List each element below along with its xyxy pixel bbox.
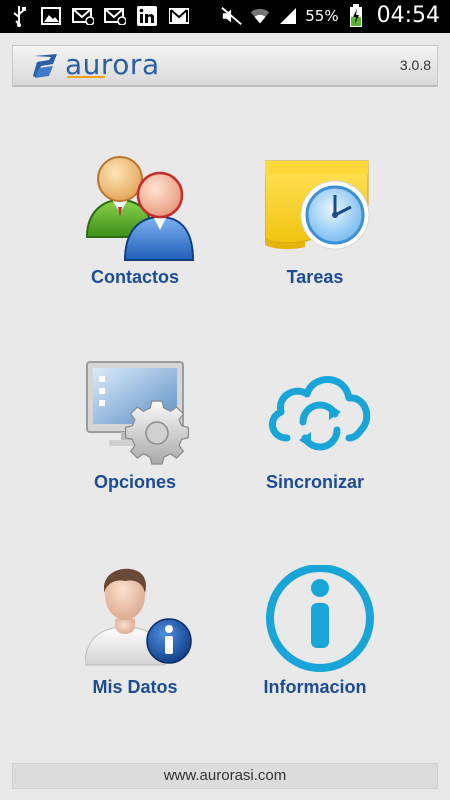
- signal-icon: [277, 5, 299, 27]
- mis-datos-button[interactable]: Mis Datos: [45, 565, 225, 735]
- informacion-button[interactable]: Informacion: [225, 565, 405, 735]
- status-bar: 55% 04:54: [0, 0, 450, 33]
- sincronizar-label: Sincronizar: [265, 472, 365, 492]
- contacts-icon: [85, 156, 195, 261]
- app-header: aurora 3.0.8: [12, 45, 438, 87]
- footer-url: www.aurorasi.com: [163, 767, 287, 784]
- tareas-button[interactable]: Tareas: [225, 155, 405, 325]
- gmail-icon: [168, 5, 190, 27]
- contactos-button[interactable]: Contactos: [45, 155, 225, 325]
- mis-datos-label: Mis Datos: [92, 677, 178, 697]
- sincronizar-button[interactable]: Sincronizar: [225, 360, 405, 530]
- contactos-label: Contactos: [90, 267, 179, 287]
- battery-percent: 55%: [305, 6, 339, 25]
- tareas-label: Tareas: [286, 267, 344, 287]
- logo-underline: [67, 76, 105, 78]
- aurora-logo: aurora: [31, 48, 191, 84]
- clock: 04:54: [376, 3, 440, 28]
- app-version: 3.0.8: [399, 57, 431, 73]
- mail-icon: [104, 5, 126, 27]
- cloud-sync-icon: [269, 376, 371, 451]
- mail-icon: [72, 5, 94, 27]
- usb-icon: [8, 5, 30, 27]
- info-icon: [266, 565, 374, 672]
- settings-monitor-gear-icon: [86, 361, 190, 465]
- user-info-icon: [85, 568, 192, 666]
- linkedin-icon: [136, 5, 158, 27]
- opciones-label: Opciones: [93, 472, 177, 492]
- image-icon: [40, 5, 62, 27]
- tasks-clock-icon: [265, 160, 370, 250]
- wifi-icon: [249, 5, 271, 27]
- footer-website-link[interactable]: www.aurorasi.com: [12, 763, 438, 789]
- battery-charging-icon: [345, 3, 367, 27]
- informacion-label: Informacion: [263, 677, 367, 697]
- aurora-logo-mark-icon: [33, 54, 57, 78]
- mute-icon: [221, 5, 243, 27]
- opciones-button[interactable]: Opciones: [45, 360, 225, 530]
